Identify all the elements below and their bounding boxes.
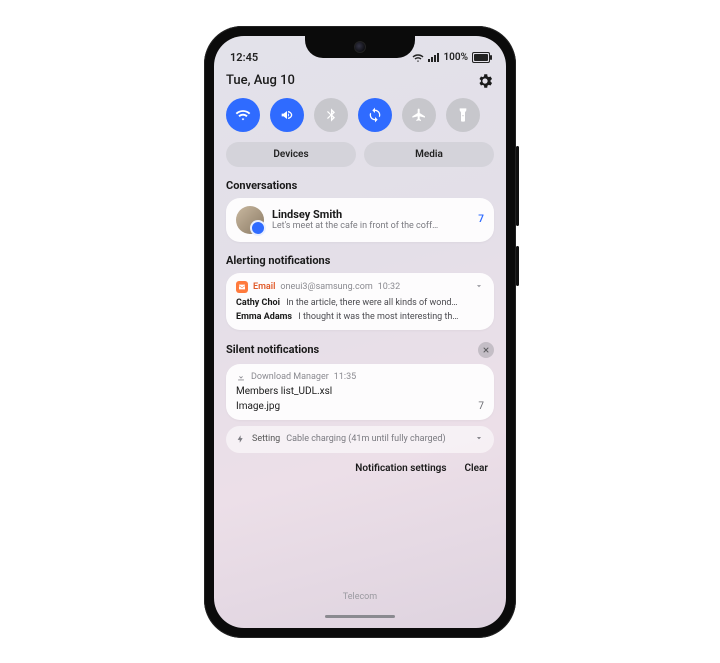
download-count: 7 <box>478 401 484 412</box>
email-snippet: I thought it was the most interesting th… <box>298 312 458 322</box>
carrier-label: Telecom <box>214 592 506 602</box>
download-app-label: Download Manager <box>251 372 329 382</box>
battery-percent: 100% <box>443 52 468 63</box>
email-notification[interactable]: Email oneui3@samsung.com 10:32 Cathy Cho… <box>226 273 494 330</box>
email-item: Emma Adams I thought it was the most int… <box>236 312 484 322</box>
conversation-count: 7 <box>472 214 484 225</box>
clear-all-button[interactable]: Clear <box>465 463 489 474</box>
chevron-down-icon <box>474 281 484 291</box>
conversation-notification[interactable]: Lindsey Smith Let's meet at the cafe in … <box>226 198 494 242</box>
download-file: Members list_UDL.xsl <box>236 386 332 397</box>
email-account: oneui3@samsung.com <box>280 282 372 292</box>
qs-flashlight-toggle[interactable] <box>446 98 480 132</box>
email-sender: Cathy Choi <box>236 298 280 308</box>
wifi-indicator-icon <box>412 52 424 64</box>
email-app-icon <box>236 281 248 293</box>
wifi-icon <box>235 107 251 123</box>
gear-icon <box>476 72 494 90</box>
bolt-icon <box>236 434 246 444</box>
panel-date: Tue, Aug 10 <box>226 73 295 88</box>
settings-button[interactable] <box>476 72 494 90</box>
expand-button[interactable] <box>474 281 484 294</box>
download-time: 11:35 <box>334 372 356 382</box>
section-silent-title: Silent notifications <box>226 343 319 356</box>
qs-airplane-toggle[interactable] <box>402 98 436 132</box>
qs-bluetooth-toggle[interactable] <box>314 98 348 132</box>
section-conversations-title: Conversations <box>226 179 494 192</box>
section-alerting-title: Alerting notifications <box>226 254 494 267</box>
speaker-icon <box>279 107 295 123</box>
charging-notification[interactable]: Setting Cable charging (41m until fully … <box>226 426 494 453</box>
conversation-sender: Lindsey Smith <box>272 208 464 221</box>
email-app-label: Email <box>253 282 275 292</box>
battery-icon <box>472 52 490 63</box>
qs-sound-toggle[interactable] <box>270 98 304 132</box>
sync-icon <box>367 107 383 123</box>
phone-screen: 12:45 100% Tue, Aug 10 <box>214 36 506 628</box>
avatar <box>236 206 264 234</box>
dismiss-silent-button[interactable] <box>478 342 494 358</box>
conversation-preview: Let's meet at the cafe in front of the c… <box>272 221 464 231</box>
email-sender: Emma Adams <box>236 312 292 322</box>
chevron-down-icon <box>474 433 484 443</box>
email-item: Cathy Choi In the article, there were al… <box>236 298 484 308</box>
expand-button[interactable] <box>474 433 484 446</box>
flashlight-icon <box>455 107 471 123</box>
nav-gesture-bar[interactable] <box>325 615 395 618</box>
status-time: 12:45 <box>226 51 258 64</box>
display-notch <box>305 36 415 58</box>
email-snippet: In the article, there were all kinds of … <box>286 298 457 308</box>
qs-wifi-toggle[interactable] <box>226 98 260 132</box>
charging-app-label: Setting <box>252 434 280 444</box>
signal-indicator-icon <box>428 53 439 62</box>
bluetooth-icon <box>323 107 339 123</box>
download-file: Image.jpg <box>236 401 280 412</box>
close-icon <box>482 346 490 354</box>
qs-sync-toggle[interactable] <box>358 98 392 132</box>
phone-frame: 12:45 100% Tue, Aug 10 <box>204 26 516 638</box>
download-notification[interactable]: Download Manager 11:35 Members list_UDL.… <box>226 364 494 420</box>
airplane-icon <box>411 107 427 123</box>
devices-chip[interactable]: Devices <box>226 142 356 167</box>
quick-settings-row <box>226 98 494 132</box>
charging-text: Cable charging (41m until fully charged) <box>286 434 445 444</box>
email-time: 10:32 <box>378 282 400 292</box>
download-icon <box>236 372 246 382</box>
envelope-icon <box>238 283 246 291</box>
media-chip[interactable]: Media <box>364 142 494 167</box>
notification-settings-link[interactable]: Notification settings <box>355 463 446 474</box>
